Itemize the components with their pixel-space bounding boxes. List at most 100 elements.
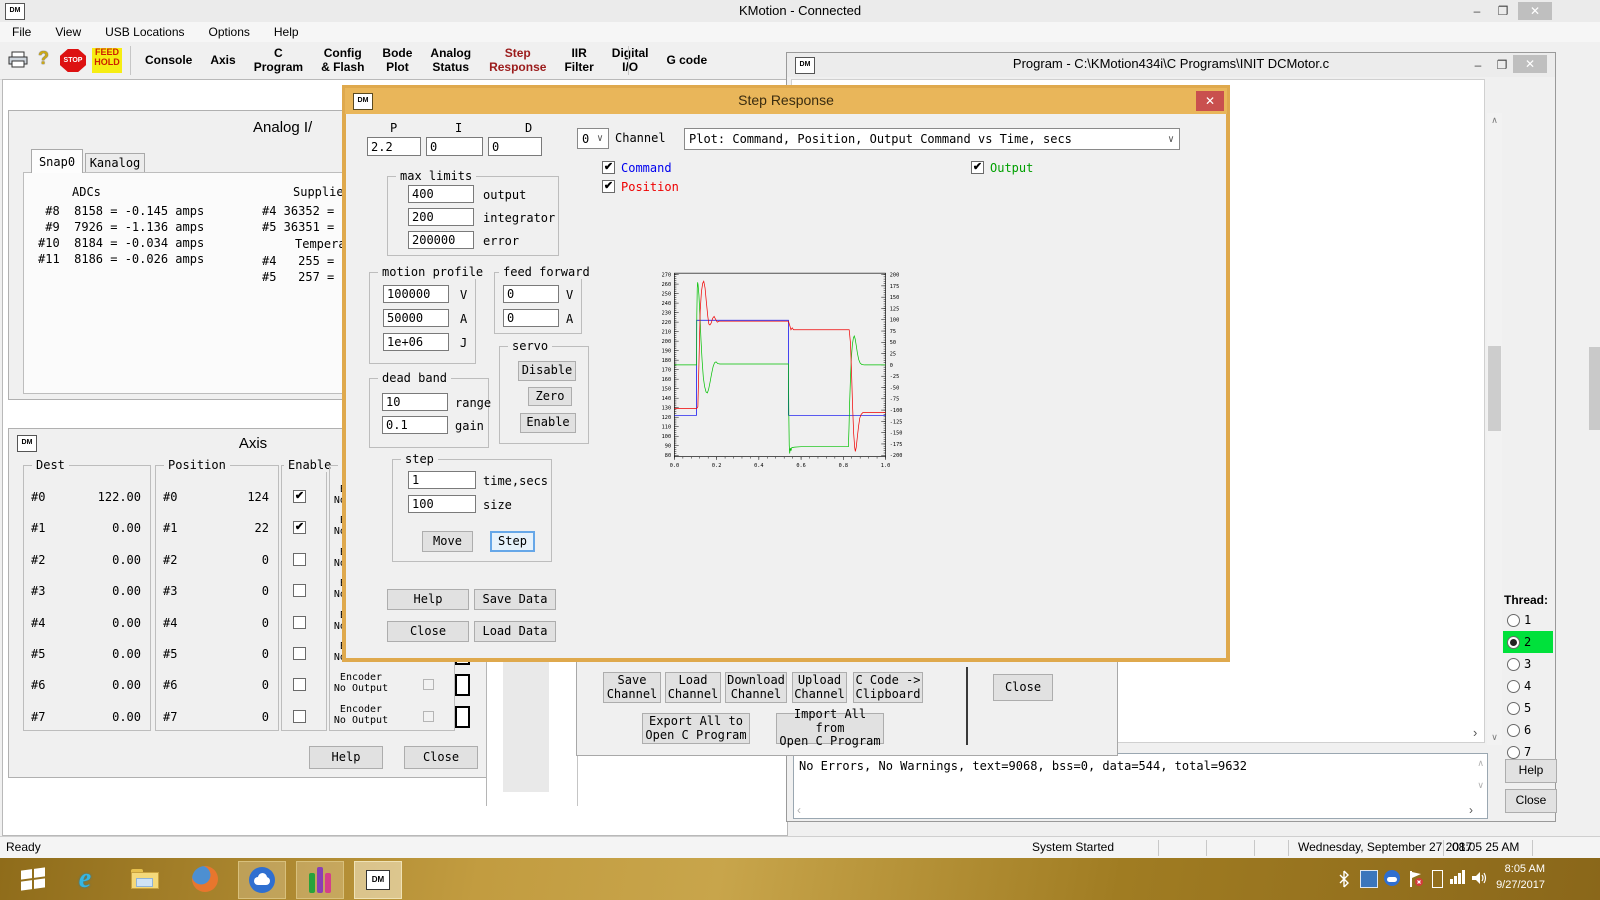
output-scroll-right-icon[interactable]: › <box>1469 803 1473 817</box>
menu-item-help[interactable]: Help <box>262 25 311 39</box>
toolbar-step-response[interactable]: Step Response <box>480 46 555 74</box>
axis-io-indicator[interactable] <box>455 674 470 696</box>
move-button[interactable]: Move <box>422 531 473 552</box>
max-output-input[interactable] <box>408 185 474 203</box>
editor-hscroll-right-icon[interactable]: › <box>1473 725 1477 740</box>
toolbar-config-flash[interactable]: Config & Flash <box>312 46 373 74</box>
volume-icon[interactable] <box>1470 870 1488 891</box>
step-time-input[interactable] <box>408 471 476 489</box>
servo-zero-button[interactable]: Zero <box>528 387 572 406</box>
dialog-close-button[interactable]: ✕ <box>1196 91 1224 111</box>
thread-option-6[interactable]: 6 <box>1503 719 1553 741</box>
tab-snap0[interactable]: Snap0 <box>31 149 83 173</box>
toolbar-console[interactable]: Console <box>136 53 201 68</box>
position-checkbox[interactable]: ✔ <box>602 180 615 193</box>
toolbar-c-program[interactable]: C Program <box>245 46 312 74</box>
download-button[interactable]: Download Channel <box>725 672 787 703</box>
profile-a-input[interactable] <box>383 309 449 327</box>
i-input[interactable] <box>426 137 483 156</box>
feed-hold-button[interactable]: FEED HOLD <box>92 48 122 73</box>
tray-cloud-icon[interactable] <box>1384 870 1400 886</box>
deadband-gain-input[interactable] <box>382 416 448 434</box>
dialog-close-button-2[interactable]: Close <box>387 621 469 642</box>
menu-item-view[interactable]: View <box>43 25 93 39</box>
tray-clock-time[interactable]: 8:05 AM <box>1495 863 1545 875</box>
axis-mode-checkbox[interactable] <box>423 711 434 722</box>
axis-io-indicator[interactable] <box>455 706 470 728</box>
scroll-up-icon[interactable]: ∧ <box>1487 113 1502 128</box>
menu-item-options[interactable]: Options <box>197 25 262 39</box>
axis-enable-checkbox[interactable] <box>293 584 306 597</box>
program-maximize-button[interactable]: ❐ <box>1491 56 1513 74</box>
axis-enable-checkbox[interactable]: ✔ <box>293 521 306 534</box>
d-input[interactable] <box>488 137 542 156</box>
program-minimize-button[interactable]: – <box>1467 56 1489 74</box>
thread-option-5[interactable]: 5 <box>1503 697 1553 719</box>
ff-v-input[interactable] <box>503 285 559 303</box>
thread-radio[interactable] <box>1507 724 1520 737</box>
thread-radio[interactable] <box>1507 702 1520 715</box>
load-button[interactable]: Load Channel <box>665 672 721 703</box>
bluetooth-icon[interactable] <box>1337 870 1351 893</box>
scroll-down-icon[interactable]: ∨ <box>1487 730 1502 745</box>
plot-select[interactable]: Plot: Command, Position, Output Command … <box>684 128 1180 150</box>
toolbar-digital-i-o[interactable]: Digital I/O <box>603 46 658 74</box>
tray-clock-date[interactable]: 9/27/2017 <box>1487 879 1545 891</box>
toolbar-iir-filter[interactable]: IIR Filter <box>555 46 602 74</box>
battery-icon[interactable] <box>1432 870 1443 888</box>
stop-icon[interactable]: STOP <box>60 49 86 72</box>
thread-option-2[interactable]: 2 <box>1503 631 1553 653</box>
file-explorer-icon[interactable] <box>122 861 168 897</box>
color-bars-app-icon[interactable] <box>296 861 344 899</box>
thread-radio[interactable] <box>1507 614 1520 627</box>
main-close-button[interactable]: ✕ <box>1518 2 1552 20</box>
ff-a-input[interactable] <box>503 309 559 327</box>
max-error-input[interactable] <box>408 231 474 249</box>
cloud-app-icon[interactable] <box>238 861 286 899</box>
output-checkbox[interactable]: ✔ <box>971 161 984 174</box>
main-right-scroll-thumb[interactable] <box>1589 347 1600 430</box>
menu-item-usb-locations[interactable]: USB Locations <box>93 25 196 39</box>
vscroll-thumb[interactable] <box>1488 346 1501 431</box>
tray-app-icon[interactable] <box>1360 870 1378 888</box>
thread-radio[interactable] <box>1507 658 1520 671</box>
step-size-input[interactable] <box>408 495 476 513</box>
axis-enable-checkbox[interactable] <box>293 616 306 629</box>
axis-enable-checkbox[interactable]: ✔ <box>293 490 306 503</box>
max-integrator-input[interactable] <box>408 208 474 226</box>
toolbar-analog-status[interactable]: Analog Status <box>421 46 480 74</box>
axis-mode-checkbox[interactable] <box>423 679 434 690</box>
editor-vscrollbar[interactable]: ∧ ∨ <box>1487 113 1502 745</box>
output-scroll-down-icon[interactable]: ∨ <box>1477 780 1484 791</box>
profile-v-input[interactable] <box>383 285 449 303</box>
output-scroll-left-icon[interactable]: ‹ <box>797 803 801 817</box>
tab-kanalog[interactable]: Kanalog <box>85 153 145 173</box>
toolbar-g-code[interactable]: G code <box>657 53 716 68</box>
save-button[interactable]: Save Channel <box>603 672 661 703</box>
compiler-output-box[interactable]: No Errors, No Warnings, text=9068, bss=0… <box>793 753 1488 819</box>
tray-flag-icon[interactable] <box>1408 870 1424 893</box>
toolbar-bode-plot[interactable]: Bode Plot <box>373 46 421 74</box>
axis-enable-checkbox[interactable] <box>293 710 306 723</box>
thread-option-4[interactable]: 4 <box>1503 675 1553 697</box>
firefox-icon[interactable] <box>182 861 228 897</box>
thread-radio[interactable] <box>1507 636 1520 649</box>
start-button[interactable] <box>10 861 56 897</box>
step-button[interactable]: Step <box>490 531 535 552</box>
thread-option-3[interactable]: 3 <box>1503 653 1553 675</box>
axis-enable-checkbox[interactable] <box>293 678 306 691</box>
channel-select[interactable]: 0 ∨ <box>577 128 609 149</box>
menu-item-file[interactable]: File <box>0 25 43 39</box>
main-maximize-button[interactable]: ❐ <box>1492 2 1514 20</box>
servo-disable-button[interactable]: Disable <box>518 361 576 381</box>
toolbar-axis[interactable]: Axis <box>201 53 244 68</box>
save-data-button[interactable]: Save Data <box>474 589 556 610</box>
load-data-button[interactable]: Load Data <box>474 621 556 642</box>
import-all-button[interactable]: Import All from Open C Program <box>776 713 884 744</box>
axis-enable-checkbox[interactable] <box>293 553 306 566</box>
axis-close-button[interactable]: Close <box>404 746 478 769</box>
axis-help-button[interactable]: Help <box>309 746 383 769</box>
program-close-button[interactable]: ✕ <box>1513 55 1547 73</box>
dialog-help-button[interactable]: Help <box>387 589 469 610</box>
output-scroll-up-icon[interactable]: ∧ <box>1477 758 1484 769</box>
